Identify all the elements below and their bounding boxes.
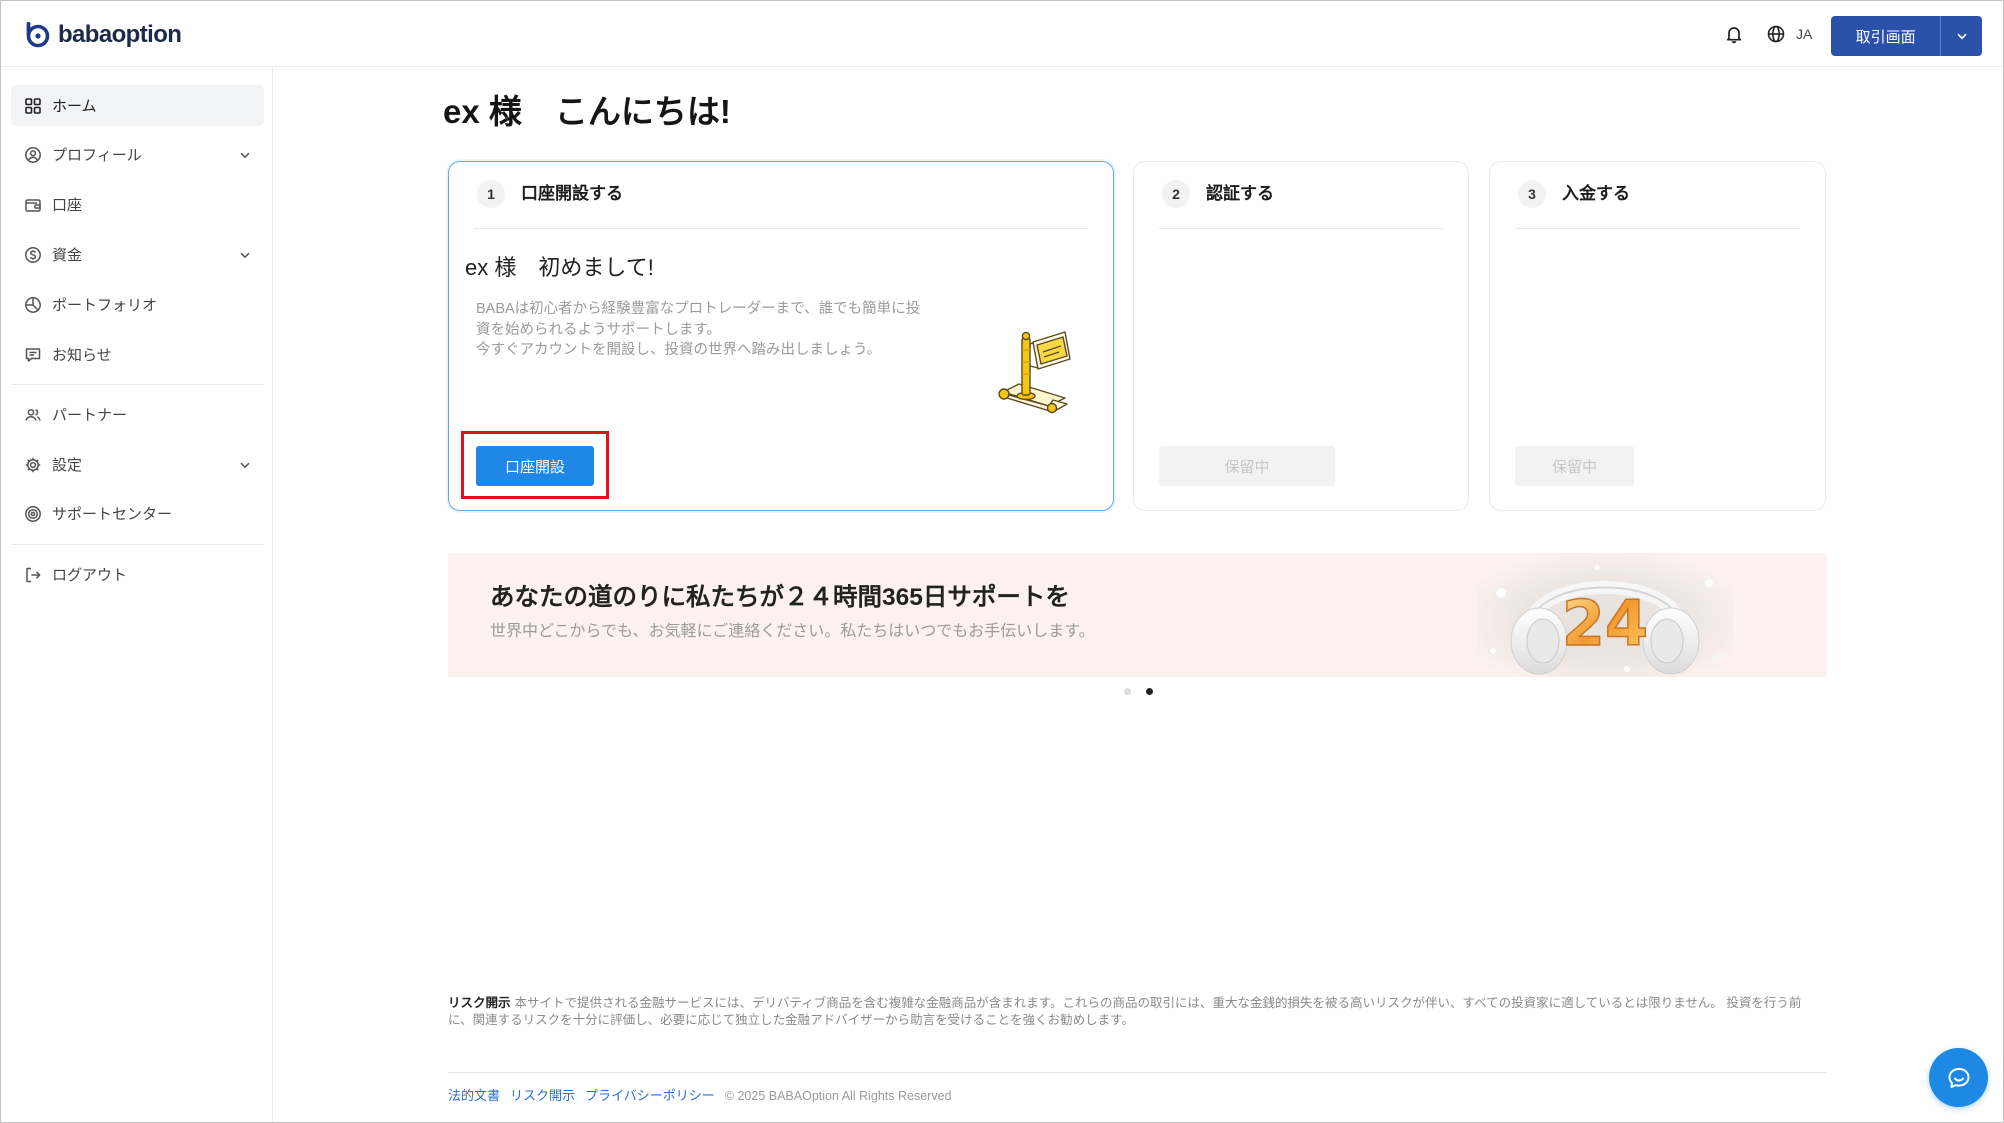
sidebar-item-label: お知らせ: [52, 347, 112, 364]
carousel-dot[interactable]: [1124, 688, 1131, 695]
chevron-down-icon[interactable]: [238, 458, 252, 472]
sidebar-item-home[interactable]: ホーム: [11, 85, 264, 126]
sidebar-item-label: ホーム: [52, 98, 97, 115]
risk-disclosure-text: 本サイトで提供される金融サービスには、デリバティブ商品を含む複雑な金融商品が含ま…: [448, 996, 1802, 1027]
banner-subtitle: 世界中どこからでも、お気軽にご連絡ください。私たちはいつでもお手伝いします。: [490, 623, 1095, 640]
step-number: 3: [1518, 180, 1546, 208]
sidebar: ホーム プロフィール 口座 資金 ポートフォリオ お知らせ パートナー 設定 サ…: [1, 67, 273, 1122]
support-banner[interactable]: あなたの道のりに私たちが２４時間365日サポートを 世界中どこからでも、お気軽に…: [448, 553, 1827, 677]
sidebar-item-portfolio[interactable]: ポートフォリオ: [11, 284, 264, 325]
banner-image-text: 24: [1562, 587, 1648, 660]
gear-icon: [24, 456, 42, 474]
footer-link-privacy[interactable]: プライバシーポリシー: [585, 1088, 715, 1104]
welcome-description: BABAは初心者から経験豊富なプロトレーダーまで、誰でも簡単に投資を始められるよ…: [476, 299, 928, 361]
footer-link-risk[interactable]: リスク開示: [510, 1088, 575, 1104]
sidebar-item-notifications[interactable]: お知らせ: [11, 334, 264, 375]
step-card-deposit: 3 入金する 保留中: [1489, 161, 1826, 511]
app-window: babaoption JA 取引画面 ホーム プロフィール 口座 資金 ポートフ…: [0, 0, 2004, 1123]
user-circle-icon: [24, 146, 42, 164]
pending-button: 保留中: [1159, 446, 1335, 486]
sidebar-item-logout[interactable]: ログアウト: [11, 554, 264, 595]
copyright: © 2025 BABAOption All Rights Reserved: [724, 1089, 952, 1103]
chevron-down-icon[interactable]: [238, 148, 252, 162]
footer-links: 法的文書 リスク開示 プライバシーポリシー © 2025 BABAOption …: [448, 1088, 951, 1104]
sidebar-item-support-center[interactable]: サポートセンター: [11, 493, 264, 534]
welcome-description-line: 今すぐアカウントを開設し、投資の世界へ踏み出しましょう。: [476, 342, 882, 358]
top-bar: babaoption JA 取引画面: [1, 1, 2003, 67]
sidebar-item-label: プロフィール: [52, 147, 142, 164]
babaoption-logo-icon[interactable]: [23, 20, 51, 48]
sidebar-item-funds[interactable]: 資金: [11, 234, 264, 275]
users-icon: [24, 406, 42, 424]
chat-bubble-icon: [1948, 1067, 1969, 1088]
step-number: 1: [477, 180, 505, 208]
logo-text[interactable]: babaoption: [58, 20, 182, 50]
sidebar-item-label: ポートフォリオ: [52, 297, 158, 314]
globe-icon[interactable]: [1766, 24, 1786, 44]
footer-link-legal[interactable]: 法的文書: [448, 1088, 500, 1104]
open-account-button[interactable]: 口座開設: [476, 446, 594, 486]
pie-chart-icon: [24, 296, 42, 314]
sidebar-item-label: パートナー: [52, 407, 128, 424]
grid-icon: [24, 97, 42, 115]
step-title: 口座開設する: [521, 184, 623, 203]
welcome-title: ex 様 初めまして!: [465, 255, 654, 280]
step-card-verify: 2 認証する 保留中: [1133, 161, 1469, 511]
sidebar-divider: [11, 544, 264, 545]
card-divider: [474, 228, 1088, 229]
support-icon: [24, 505, 42, 523]
sidebar-divider: [11, 384, 264, 385]
trade-dropdown-toggle[interactable]: [1940, 16, 1982, 56]
sidebar-item-partner[interactable]: パートナー: [11, 394, 264, 435]
trade-screen-label[interactable]: 取引画面: [1831, 16, 1940, 56]
wallet-icon: [24, 196, 42, 214]
chevron-down-icon: [1957, 33, 1967, 40]
sidebar-item-label: 設定: [52, 457, 83, 474]
card-divider: [1159, 228, 1443, 229]
sidebar-item-settings[interactable]: 設定: [11, 444, 264, 485]
carousel-dot-active[interactable]: [1146, 688, 1153, 695]
banner-title: あなたの道のりに私たちが２４時間365日サポートを: [490, 584, 1070, 611]
footer-divider: [448, 1072, 1827, 1073]
step-number: 2: [1162, 180, 1190, 208]
pending-button: 保留中: [1515, 446, 1634, 486]
bell-icon[interactable]: [1724, 24, 1744, 44]
step-title: 入金する: [1562, 184, 1630, 203]
page-title: ex 様 こんにちは!: [443, 93, 731, 130]
card-divider: [1515, 228, 1800, 229]
sidebar-item-label: ログアウト: [52, 567, 128, 584]
sidebar-item-account[interactable]: 口座: [11, 184, 264, 225]
sidebar-item-label: 口座: [52, 197, 83, 214]
message-icon: [24, 346, 42, 364]
chat-button[interactable]: [1929, 1048, 1988, 1107]
logout-icon: [24, 566, 42, 584]
sidebar-item-label: サポートセンター: [52, 506, 173, 523]
step-title: 認証する: [1206, 184, 1274, 203]
account-illustration: [998, 331, 1071, 414]
dollar-circle-icon: [24, 246, 42, 264]
headphones-24-image: 24: [1477, 553, 1733, 677]
trade-screen-button[interactable]: 取引画面: [1831, 16, 1982, 56]
welcome-description-line: BABAは初心者から経験豊富なプロトレーダーまで、誰でも簡単に投資を始められるよ…: [476, 301, 921, 338]
language-selector[interactable]: JA: [1796, 26, 1812, 42]
risk-disclosure-label: リスク開示: [448, 996, 511, 1010]
chevron-down-icon[interactable]: [238, 248, 252, 262]
risk-disclosure: リスク開示 本サイトで提供される金融サービスには、デリバティブ商品を含む複雑な金融…: [448, 995, 1810, 1029]
sidebar-item-label: 資金: [52, 247, 83, 264]
sidebar-item-profile[interactable]: プロフィール: [11, 134, 264, 175]
step-card-open-account: 1 口座開設する ex 様 初めまして! BABAは初心者から経験豊富なプロトレ…: [448, 161, 1114, 511]
